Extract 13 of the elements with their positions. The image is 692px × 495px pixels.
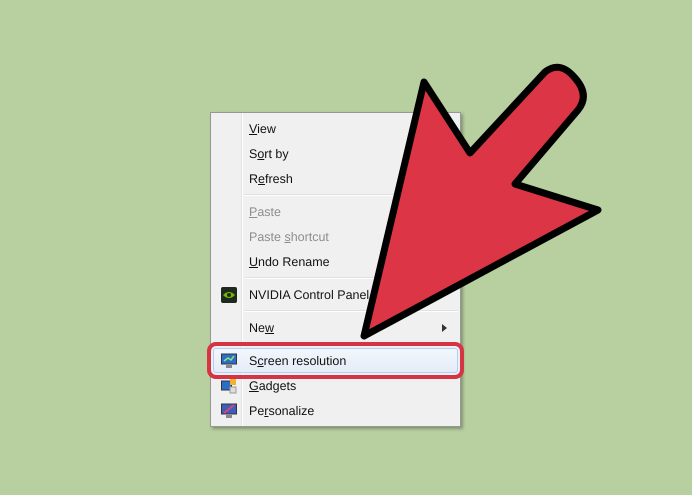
menu-item[interactable]: New bbox=[249, 320, 274, 334]
menu-item[interactable]: Refresh bbox=[249, 172, 293, 186]
monitor-icon bbox=[221, 352, 237, 368]
submenu-arrow-icon bbox=[442, 324, 447, 332]
eye-logo-icon bbox=[221, 286, 237, 302]
gadgets-icon bbox=[221, 378, 237, 394]
monitor-brush-icon bbox=[221, 402, 237, 418]
menu-item[interactable]: Personalize bbox=[249, 404, 314, 418]
menu-item[interactable]: NVIDIA Control Panel bbox=[249, 288, 370, 302]
menu-item[interactable]: Undo Rename bbox=[249, 254, 330, 268]
menu-item[interactable]: View bbox=[249, 122, 276, 136]
menu-item[interactable]: Gadgets bbox=[249, 378, 296, 392]
menu-item[interactable]: Sort by bbox=[249, 146, 289, 160]
